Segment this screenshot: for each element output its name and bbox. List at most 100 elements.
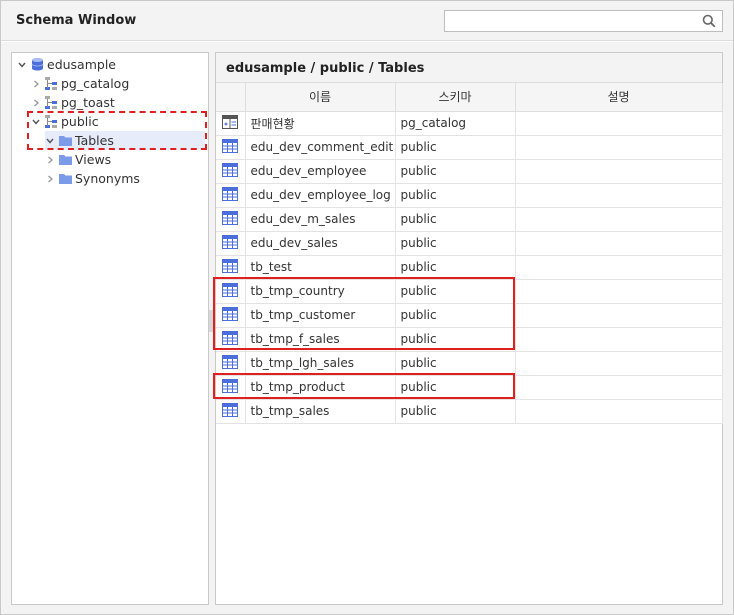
table-row[interactable]: tb_tmp_customer public	[216, 302, 723, 328]
table-schema-cell: public	[394, 326, 516, 352]
chevron-right-icon[interactable]	[45, 174, 55, 184]
table-schema-cell: public	[394, 254, 516, 280]
folder-icon	[59, 136, 72, 146]
table-icon	[216, 350, 246, 376]
table-row[interactable]: tb_tmp_sales public	[216, 398, 723, 424]
header-row: 이름 스키마 설명	[216, 83, 723, 112]
table-schema-cell: public	[394, 398, 516, 424]
table-row[interactable]: edu_dev_comment_edit public	[216, 134, 723, 160]
tree-node-public[interactable]: public	[31, 112, 99, 131]
chevron-right-icon[interactable]	[31, 98, 41, 108]
tree-label-schema: pg_toast	[61, 95, 115, 110]
table-description-cell	[514, 158, 723, 184]
chevron-right-icon[interactable]	[45, 155, 55, 165]
table-name-cell: tb_tmp_customer	[244, 302, 396, 328]
folder-icon	[59, 174, 72, 184]
table-row[interactable]: tb_tmp_product public	[216, 374, 723, 400]
table-description-cell	[514, 302, 723, 328]
schema-window: Schema Window edusample pg_catalog pg_to…	[0, 0, 734, 615]
table-description-cell	[514, 206, 723, 232]
table-row[interactable]: 판매현황 pg_catalog	[216, 110, 723, 136]
table-row[interactable]: tb_test public	[216, 254, 723, 280]
column-header-description[interactable]: 설명	[514, 83, 723, 112]
table-description-cell	[514, 182, 723, 208]
tree-label-folder: Tables	[75, 133, 114, 148]
table-schema-cell: public	[394, 374, 516, 400]
table-schema-cell: public	[394, 182, 516, 208]
table-schema-cell: public	[394, 278, 516, 304]
tree-node-schema[interactable]: pg_catalog	[31, 74, 129, 93]
table-list-panel: edusample / public / Tables 이름 스키마 설명 판매…	[215, 52, 723, 605]
table-name-cell: edu_dev_comment_edit	[244, 134, 396, 160]
table-icon	[216, 302, 246, 328]
tree-node-synonyms[interactable]: Synonyms	[45, 169, 140, 188]
table-row[interactable]: tb_tmp_f_sales public	[216, 326, 723, 352]
chevron-right-icon[interactable]	[31, 79, 41, 89]
table-name-cell: tb_tmp_product	[244, 374, 396, 400]
table-row[interactable]: edu_dev_employee public	[216, 158, 723, 184]
tables-grid: 이름 스키마 설명 판매현황 pg_catalog edu_dev_comment_…	[216, 83, 723, 424]
table-description-cell	[514, 230, 723, 256]
main-area: edusample pg_catalog pg_toast public Tab…	[1, 42, 733, 614]
column-header-name[interactable]: 이름	[244, 83, 396, 112]
table-name-cell: edu_dev_sales	[244, 230, 396, 256]
table-description-cell	[514, 110, 723, 136]
table-schema-cell: public	[394, 134, 516, 160]
table-name-cell: tb_tmp_country	[244, 278, 396, 304]
table-icon	[216, 134, 246, 160]
table-name-cell: tb_tmp_sales	[244, 398, 396, 424]
table-schema-cell: public	[394, 350, 516, 376]
table-name-cell: tb_test	[244, 254, 396, 280]
breadcrumb: edusample / public / Tables	[226, 61, 425, 76]
table-icon	[216, 398, 246, 424]
table-icon	[216, 254, 246, 280]
table-row[interactable]: tb_tmp_lgh_sales public	[216, 350, 723, 376]
tree-node-schema[interactable]: pg_toast	[31, 93, 115, 112]
schema-icon	[45, 96, 57, 109]
panel-splitter-handle[interactable]	[209, 310, 213, 332]
tree-node-tables[interactable]: Tables	[45, 131, 205, 150]
schema-icon	[45, 115, 57, 128]
table-description-cell	[514, 326, 723, 352]
table-icon	[216, 206, 246, 232]
tree-label-folder: Synonyms	[75, 171, 140, 186]
search-box[interactable]	[444, 10, 723, 32]
table-schema-cell: public	[394, 230, 516, 256]
database-icon	[31, 58, 44, 71]
table-icon	[216, 326, 246, 352]
table-schema-cell: public	[394, 302, 516, 328]
search-input[interactable]	[445, 11, 695, 31]
table-description-cell	[514, 278, 723, 304]
view-table-icon	[216, 110, 246, 136]
table-icon	[216, 278, 246, 304]
chevron-down-icon[interactable]	[31, 117, 41, 127]
table-row[interactable]: edu_dev_employee_log public	[216, 182, 723, 208]
table-row[interactable]: edu_dev_m_sales public	[216, 206, 723, 232]
table-name-cell: edu_dev_m_sales	[244, 206, 396, 232]
schema-tree: edusample pg_catalog pg_toast public Tab…	[11, 52, 209, 605]
tree-node-root[interactable]: edusample	[17, 55, 116, 74]
table-icon	[216, 182, 246, 208]
tree-node-views[interactable]: Views	[45, 150, 111, 169]
folder-icon	[59, 155, 72, 165]
table-row[interactable]: tb_tmp_country public	[216, 278, 723, 304]
table-row[interactable]: edu_dev_sales public	[216, 230, 723, 256]
chevron-down-icon[interactable]	[17, 60, 27, 70]
tree-label-root: edusample	[47, 57, 116, 72]
schema-icon	[45, 77, 57, 90]
table-schema-cell: pg_catalog	[394, 110, 516, 136]
column-header-icon	[216, 83, 246, 112]
table-name-cell: 판매현황	[244, 110, 396, 136]
panel-header: edusample / public / Tables	[216, 53, 722, 83]
table-icon	[216, 230, 246, 256]
table-description-cell	[514, 398, 723, 424]
table-icon	[216, 374, 246, 400]
table-description-cell	[514, 254, 723, 280]
chevron-down-icon[interactable]	[45, 136, 55, 146]
table-name-cell: edu_dev_employee	[244, 158, 396, 184]
tree-label-schema: public	[61, 114, 99, 129]
table-icon	[216, 158, 246, 184]
table-description-cell	[514, 374, 723, 400]
search-icon[interactable]	[702, 14, 716, 28]
column-header-schema[interactable]: 스키마	[394, 83, 516, 112]
